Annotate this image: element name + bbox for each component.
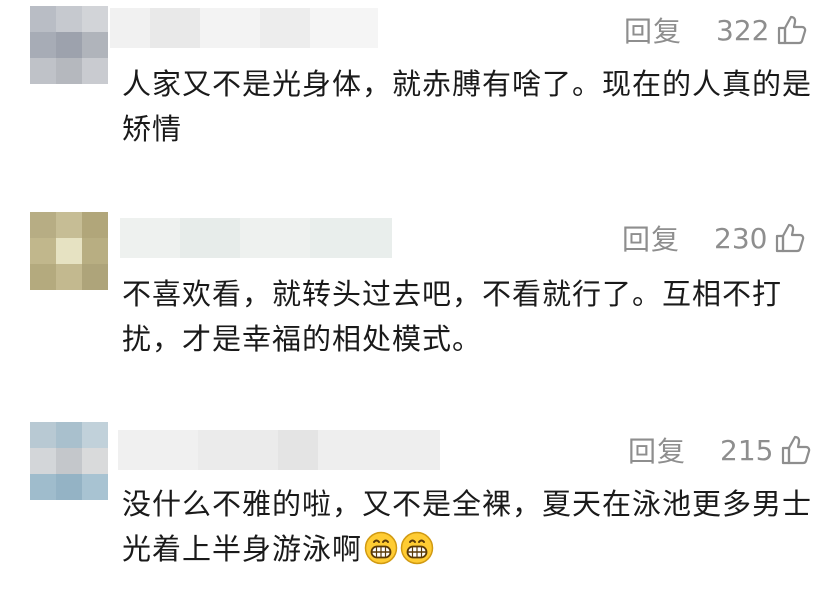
thumbs-up-icon[interactable]: [775, 13, 809, 47]
like-count: 215: [720, 433, 774, 467]
username-blurred[interactable]: [118, 430, 440, 470]
thumbs-up-icon[interactable]: [779, 433, 813, 467]
grinning-face-emoji: [400, 531, 434, 565]
comment-text-container: 没什么不雅的啦，又不是全裸，夏天在泳池更多男士光着上半身游泳啊: [122, 482, 812, 572]
like-count: 230: [714, 221, 768, 255]
comment-item: 回复 230 不喜欢看，就转头过去吧，不看就行了。互相不打扰，才是幸福的相处模式…: [0, 200, 832, 410]
comment-meta: 回复 322: [624, 10, 809, 50]
avatar[interactable]: [30, 422, 108, 500]
username-blurred[interactable]: [110, 8, 378, 48]
comment-item: 回复 322 人家又不是光身体，就赤膊有啥了。现在的人真的是矫情: [0, 0, 832, 200]
comment-item: 回复 215 没什么不雅的啦，又不是全裸，夏天在泳池更多男士光着上半身游泳啊: [0, 410, 832, 599]
avatar[interactable]: [30, 6, 108, 84]
reply-button[interactable]: 回复: [624, 10, 682, 50]
grinning-face-emoji: [364, 531, 398, 565]
comment-text: 没什么不雅的啦，又不是全裸，夏天在泳池更多男士光着上半身游泳啊: [122, 487, 813, 566]
avatar[interactable]: [30, 212, 108, 290]
comment-meta: 回复 230: [622, 218, 807, 258]
comment-text: 不喜欢看，就转头过去吧，不看就行了。互相不打扰，才是幸福的相处模式。: [122, 277, 783, 356]
reply-button[interactable]: 回复: [622, 218, 680, 258]
thumbs-up-icon[interactable]: [773, 221, 807, 255]
comment-meta: 回复 215: [628, 430, 813, 470]
username-blurred[interactable]: [120, 218, 392, 258]
comment-text: 人家又不是光身体，就赤膊有啥了。现在的人真的是矫情: [122, 67, 813, 146]
reply-button[interactable]: 回复: [628, 430, 686, 470]
like-count: 322: [716, 13, 770, 47]
